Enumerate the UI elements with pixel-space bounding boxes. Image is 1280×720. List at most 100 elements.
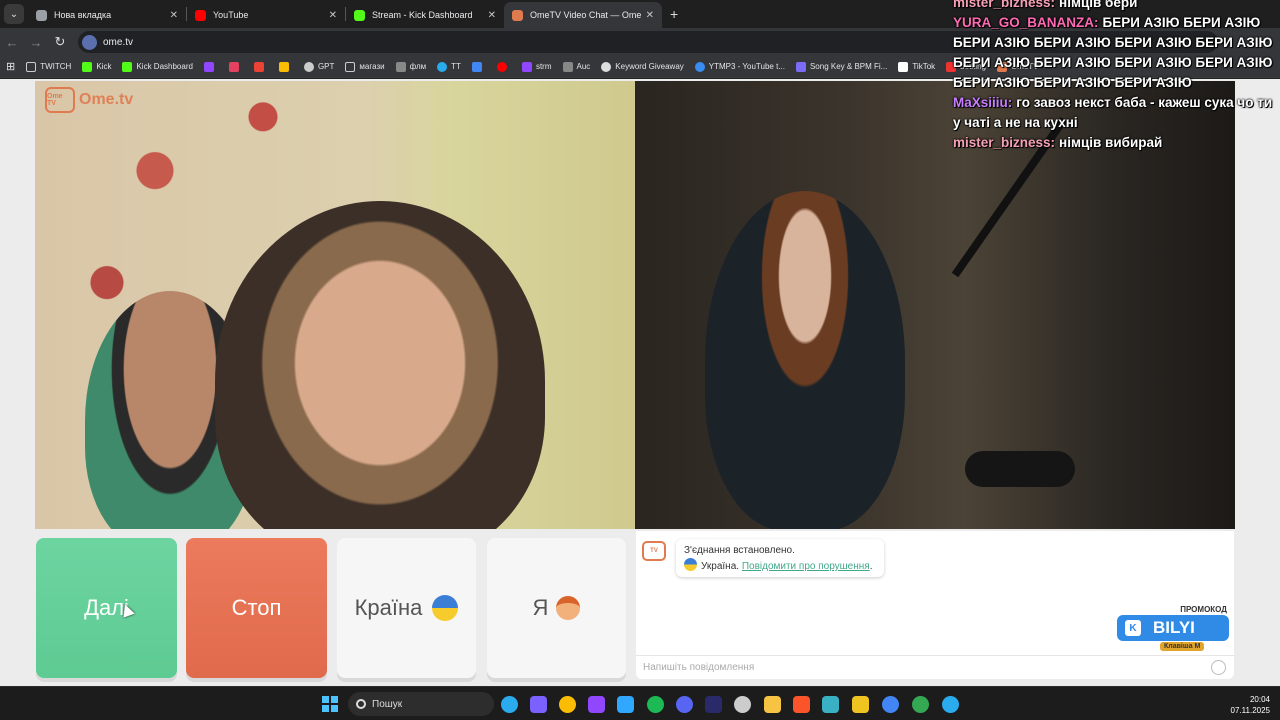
browser-tab-active[interactable]: OmeTV Video Chat — Ome ✕ bbox=[504, 2, 662, 28]
chat-text: німців бери bbox=[1059, 0, 1138, 10]
brave-icon[interactable] bbox=[793, 696, 810, 713]
promo-key: M bbox=[1194, 643, 1201, 650]
bookmark-item[interactable] bbox=[228, 61, 243, 72]
bookmark-item[interactable]: TikTok bbox=[898, 61, 936, 72]
bookmark-item[interactable]: TT bbox=[437, 61, 461, 72]
tab-label: YouTube bbox=[213, 10, 249, 20]
bookmark-item[interactable]: GPT bbox=[303, 61, 334, 72]
close-icon[interactable]: ✕ bbox=[170, 10, 178, 21]
instagram-icon bbox=[228, 61, 239, 72]
tab-favicon-icon bbox=[36, 9, 47, 21]
promo-title: ПРОМОКОД bbox=[1180, 605, 1227, 614]
system-message: З'єднання встановлено. Україна. Повідоми… bbox=[676, 539, 884, 577]
stop-button[interactable]: Стоп bbox=[186, 538, 327, 678]
maps-icon bbox=[278, 61, 289, 72]
file-explorer-icon[interactable] bbox=[764, 696, 781, 713]
obs-icon[interactable] bbox=[734, 696, 751, 713]
bookmark-item[interactable]: Keyword Giveaway bbox=[601, 61, 684, 72]
close-icon[interactable]: ✕ bbox=[488, 10, 496, 21]
film-icon bbox=[395, 61, 406, 72]
tab-search-button[interactable]: ⌄ bbox=[4, 4, 24, 24]
windows-taskbar: Пошук 20:04 07.11.2025 bbox=[0, 686, 1280, 720]
partner-country-line: Україна. Повідомити про порушення. bbox=[684, 558, 876, 574]
telegram-icon[interactable] bbox=[501, 696, 518, 713]
chrome-icon[interactable] bbox=[559, 696, 576, 713]
reload-icon[interactable]: ↻ bbox=[48, 34, 72, 50]
bookmark-item[interactable]: YTMP3 - YouTube t... bbox=[694, 61, 785, 72]
bookmark-item[interactable] bbox=[203, 61, 218, 72]
ometv-page: Ome TV Ome.tv Далі Стоп Країна Я TV З'єд… bbox=[0, 79, 1280, 686]
bookmark-item[interactable]: Kick bbox=[82, 61, 112, 72]
kick-icon bbox=[82, 61, 93, 72]
bookmark-item[interactable]: Kick Dashboard bbox=[122, 61, 193, 72]
promo-key-label: Клавіша bbox=[1164, 643, 1193, 650]
ometv-logo-text: Ome.tv bbox=[79, 91, 134, 108]
ytmp3-icon bbox=[694, 61, 705, 72]
clock-time: 20:04 bbox=[1249, 695, 1270, 704]
chat-username: YURA_GO_BANANZA: bbox=[953, 15, 1099, 30]
davinci-icon[interactable] bbox=[822, 696, 839, 713]
next-button[interactable]: Далі bbox=[36, 538, 177, 678]
browser-tab[interactable]: Stream - Kick Dashboard ✕ bbox=[346, 2, 504, 28]
report-suffix: . bbox=[869, 561, 873, 572]
tab-label: Stream - Kick Dashboard bbox=[372, 10, 473, 20]
chrome-icon[interactable] bbox=[912, 696, 929, 713]
translate-icon bbox=[471, 61, 482, 72]
bookmark-label: Kick bbox=[96, 62, 112, 71]
report-link[interactable]: Повідомити про порушення bbox=[742, 561, 870, 572]
bookmark-label: TikTok bbox=[912, 62, 936, 71]
twitch-icon bbox=[203, 61, 214, 72]
copilot-icon[interactable] bbox=[530, 696, 547, 713]
bookmark-item[interactable] bbox=[278, 61, 293, 72]
system-clock[interactable]: 20:04 07.11.2025 bbox=[1231, 694, 1270, 716]
apps-grid-icon[interactable]: ⊞ bbox=[6, 60, 15, 73]
folder-icon bbox=[26, 61, 37, 72]
premiere-icon[interactable] bbox=[705, 696, 722, 713]
bookmark-item[interactable]: Song Key & BPM Fi... bbox=[795, 61, 887, 72]
forward-icon[interactable]: → bbox=[24, 35, 48, 50]
kick-icon bbox=[122, 61, 133, 72]
bookmark-item[interactable] bbox=[471, 61, 486, 72]
bookmark-label: флм bbox=[409, 62, 427, 71]
new-tab-button[interactable]: + bbox=[670, 6, 678, 22]
bookmark-label: Kick Dashboard bbox=[136, 62, 193, 71]
taskbar-search[interactable]: Пошук bbox=[348, 692, 494, 716]
bookmark-item[interactable]: Auc bbox=[562, 61, 590, 72]
windows-start-icon[interactable] bbox=[322, 696, 338, 712]
boy-avatar-icon bbox=[556, 596, 581, 620]
emoji-icon[interactable] bbox=[1211, 660, 1226, 675]
back-icon[interactable]: ← bbox=[0, 35, 24, 50]
spotify-icon[interactable] bbox=[647, 696, 664, 713]
close-icon[interactable]: ✕ bbox=[646, 10, 654, 21]
bookmark-item[interactable] bbox=[253, 61, 268, 72]
photoshop-icon[interactable] bbox=[617, 696, 634, 713]
partner-country: Україна. bbox=[701, 561, 740, 572]
promo-key-hint: Клавіша M bbox=[1160, 642, 1205, 651]
folder-icon bbox=[345, 61, 356, 72]
gender-button[interactable]: Я bbox=[487, 538, 626, 678]
site-info-icon[interactable] bbox=[82, 34, 97, 50]
r-app-icon[interactable] bbox=[852, 696, 869, 713]
bookmark-item[interactable]: strm bbox=[521, 61, 552, 72]
twitch-icon bbox=[521, 61, 532, 72]
chat-username: MaXsiiiu: bbox=[953, 95, 1013, 110]
bookmark-folder[interactable]: магази bbox=[345, 61, 385, 72]
connection-status: З'єднання встановлено. bbox=[684, 545, 795, 556]
bookmark-item[interactable] bbox=[496, 61, 511, 72]
discord-icon[interactable] bbox=[676, 696, 693, 713]
taskbar-search-label: Пошук bbox=[372, 698, 403, 710]
message-input[interactable]: Напишіть повідомлення bbox=[636, 655, 1234, 679]
bookmark-folder[interactable]: TWITCH bbox=[26, 61, 71, 72]
browser-tab[interactable]: Нова вкладка ✕ bbox=[28, 2, 186, 28]
youtube-icon bbox=[496, 61, 507, 72]
twitch-icon[interactable] bbox=[588, 696, 605, 713]
telegram-icon[interactable] bbox=[942, 696, 959, 713]
close-icon[interactable]: ✕ bbox=[329, 10, 337, 21]
country-button[interactable]: Країна bbox=[337, 538, 476, 678]
youtube-icon bbox=[195, 9, 206, 21]
chrome-icon[interactable] bbox=[882, 696, 899, 713]
browser-tab[interactable]: YouTube ✕ bbox=[187, 2, 345, 28]
promo-overlay: ПРОМОКОД K BILYI Клавіша M bbox=[1117, 605, 1229, 657]
bookmark-item[interactable]: флм bbox=[395, 61, 427, 72]
ometv-chat-icon: TV bbox=[642, 541, 666, 561]
